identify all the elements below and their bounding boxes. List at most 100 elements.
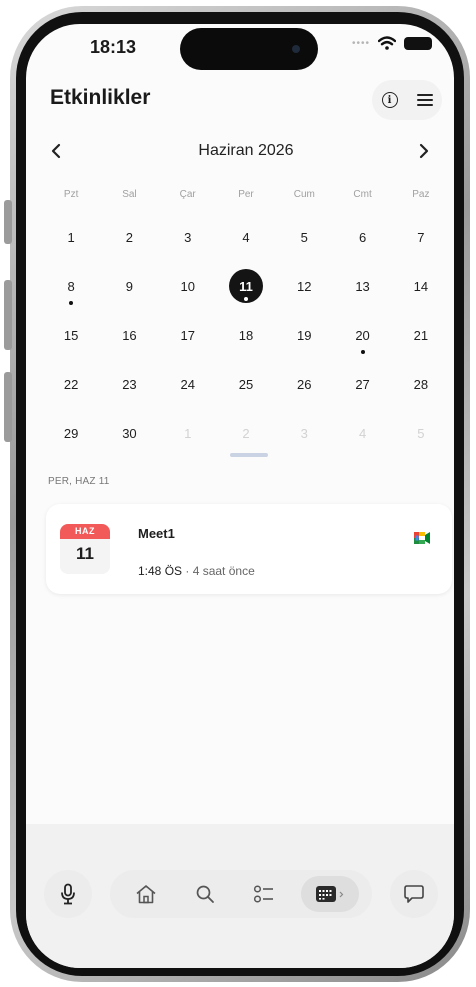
list-icon[interactable]: [416, 94, 433, 106]
calendar-day[interactable]: 19: [275, 312, 333, 361]
action-button: [4, 200, 12, 244]
calendar-day[interactable]: 1: [159, 410, 217, 459]
day-number: 2: [125, 229, 134, 245]
info-icon[interactable]: i: [381, 92, 398, 108]
weekday-header: Pzt Sal Çar Per Cum Cmt Paz: [42, 189, 450, 200]
chat-button[interactable]: [390, 870, 438, 918]
event-indicator-dot: [69, 301, 74, 305]
event-title: Meet1: [138, 526, 175, 541]
weekday-label: Cmt: [353, 189, 372, 200]
calendar-day[interactable]: 25: [217, 361, 275, 410]
home-icon: [135, 885, 156, 904]
day-number: 15: [63, 327, 79, 343]
calendar-day-selected[interactable]: 11: [217, 263, 275, 312]
calendar-day[interactable]: 20: [333, 312, 391, 361]
calendar-day[interactable]: 16: [100, 312, 158, 361]
day-number: 8: [67, 278, 75, 294]
calendar-grid: 1 2 3 4 5 6 7 8 9 10 11 12 13 14 15 16 17 18 19 20 21 22 23 24 2…: [42, 214, 450, 459]
camera-icon: [292, 45, 300, 53]
calendar-day[interactable]: 30: [100, 410, 158, 459]
calendar-day[interactable]: 2: [217, 410, 275, 459]
checklist-icon: [253, 885, 273, 903]
calendar-day[interactable]: 29: [42, 410, 100, 459]
day-number: 28: [413, 376, 429, 392]
drag-handle[interactable]: [230, 453, 268, 457]
calendar-day[interactable]: 13: [333, 263, 391, 312]
selected-date-label: PER, HAZ 11: [48, 476, 110, 487]
chevron-left-icon[interactable]: [50, 143, 74, 159]
day-number: 27: [355, 376, 370, 392]
badge-day: 11: [76, 544, 94, 563]
chat-bubble-icon: [404, 885, 424, 903]
calendar-day[interactable]: 7: [392, 214, 450, 263]
calendar-day[interactable]: 5: [392, 410, 450, 459]
calendar-day[interactable]: 1: [42, 214, 100, 263]
calendar-day[interactable]: 9: [100, 263, 158, 312]
microphone-button[interactable]: [44, 870, 92, 918]
day-number: 19: [297, 327, 312, 343]
calendar-day[interactable]: 4: [333, 410, 391, 459]
nav-search[interactable]: [183, 876, 227, 912]
day-number: 2: [242, 425, 250, 441]
calendar-day[interactable]: 23: [100, 361, 158, 410]
weekday-label: Paz: [412, 189, 430, 200]
weekday-label: Cum: [293, 189, 315, 200]
month-label[interactable]: Haziran 2026: [198, 142, 293, 160]
calendar-day[interactable]: 5: [275, 214, 333, 263]
calendar-day[interactable]: 17: [159, 312, 217, 361]
wifi-icon: [378, 36, 396, 50]
day-number: 3: [300, 425, 308, 441]
calendar-day[interactable]: 21: [392, 312, 450, 361]
day-number: 14: [413, 278, 429, 294]
day-number: 17: [180, 327, 195, 343]
nav-calendar[interactable]: [300, 876, 359, 912]
event-meta: 1:48 ÖS · 4 saat önce: [138, 564, 255, 578]
day-number: 24: [180, 376, 195, 392]
day-number: 18: [238, 327, 254, 343]
calendar-icon: [315, 886, 343, 902]
day-number: 1: [184, 425, 192, 441]
calendar-day[interactable]: 3: [159, 214, 217, 263]
badge-month: HAZ: [60, 524, 110, 539]
day-number: 13: [355, 278, 370, 294]
day-number: 25: [238, 376, 254, 392]
status-time: 18:13: [90, 37, 137, 57]
event-relative-time: 4 saat önce: [192, 564, 255, 578]
calendar-day[interactable]: 3: [275, 410, 333, 459]
weekday-label: Per: [238, 189, 254, 200]
volume-up-button: [4, 280, 12, 350]
calendar-day[interactable]: 6: [333, 214, 391, 263]
calendar-day[interactable]: 4: [217, 214, 275, 263]
day-number: 29: [63, 425, 79, 441]
event-card[interactable]: HAZ 11 Meet1 1:48 ÖS · 4 saat önce: [46, 504, 452, 594]
day-number: 1: [67, 229, 75, 245]
weekday-label: Sal: [122, 189, 137, 200]
day-number: 6: [358, 229, 367, 245]
nav-home[interactable]: [124, 876, 168, 912]
day-number: 3: [184, 229, 192, 245]
calendar-day[interactable]: 24: [159, 361, 217, 410]
day-number: 20: [355, 327, 370, 343]
calendar-day[interactable]: 18: [217, 312, 275, 361]
calendar-day[interactable]: 2: [100, 214, 158, 263]
calendar-day[interactable]: 22: [42, 361, 100, 410]
search-icon: [196, 885, 214, 903]
calendar-day[interactable]: 26: [275, 361, 333, 410]
day-number: 16: [122, 327, 137, 343]
header-actions: i: [372, 80, 442, 120]
signal-icon: ••••: [351, 37, 370, 49]
nav-tasks[interactable]: [242, 876, 286, 912]
calendar-day[interactable]: 8: [42, 263, 100, 312]
calendar-day[interactable]: 27: [333, 361, 391, 410]
day-number: 5: [300, 229, 308, 245]
calendar-day[interactable]: 28: [392, 361, 450, 410]
calendar-day[interactable]: 10: [159, 263, 217, 312]
meta-separator: ·: [182, 564, 193, 578]
calendar-day[interactable]: 14: [392, 263, 450, 312]
calendar-day[interactable]: 12: [275, 263, 333, 312]
chevron-right-icon[interactable]: [418, 143, 442, 159]
google-meet-icon[interactable]: [414, 532, 430, 544]
volume-down-button: [4, 372, 12, 442]
calendar-day[interactable]: 15: [42, 312, 100, 361]
day-number: 22: [63, 376, 79, 392]
